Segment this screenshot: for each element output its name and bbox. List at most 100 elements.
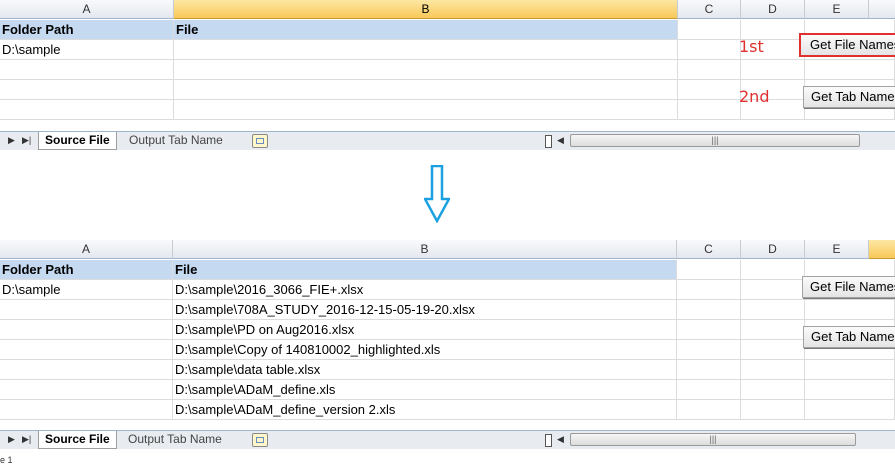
file-header[interactable]: File	[173, 260, 677, 280]
tab-output-tab-name[interactable]: Output Tab Name	[122, 431, 228, 449]
cell[interactable]	[174, 40, 678, 60]
cell[interactable]	[0, 360, 173, 380]
cell[interactable]	[677, 400, 741, 420]
get-tab-names-button[interactable]: Get Tab Names	[803, 326, 895, 348]
cell[interactable]	[741, 60, 805, 80]
cell[interactable]	[677, 260, 741, 280]
cell[interactable]	[0, 380, 173, 400]
tab-scroll-first-icon[interactable]: ▶	[8, 135, 15, 146]
horizontal-scrollbar[interactable]: |||	[570, 433, 856, 446]
scroll-left-icon[interactable]: ◀	[557, 135, 564, 146]
file-cell[interactable]: D:\sample\Copy of 140810002_highlighted.…	[173, 340, 677, 360]
column-header-e[interactable]: E	[805, 0, 869, 19]
cell[interactable]	[677, 320, 741, 340]
cell[interactable]	[805, 400, 895, 420]
insert-worksheet-icon[interactable]	[252, 433, 268, 447]
arrow-down-icon	[424, 165, 450, 223]
sheet-tab-bar: ▶ ▶| Source File Output Tab Name ◀ |||	[0, 430, 895, 449]
file-header[interactable]: File	[174, 20, 678, 40]
file-cell[interactable]: D:\sample\PD on Aug2016.xlsx	[173, 320, 677, 340]
cell[interactable]	[677, 340, 741, 360]
column-header-d[interactable]: D	[741, 0, 805, 19]
cell[interactable]	[677, 380, 741, 400]
folder-path-header[interactable]: Folder Path	[0, 20, 174, 40]
table-row: D:\sample\Copy of 140810002_highlighted.…	[0, 340, 895, 360]
cell[interactable]	[677, 280, 741, 300]
column-header-a[interactable]: A	[0, 240, 173, 259]
get-tab-names-button[interactable]: Get Tab Names	[803, 86, 895, 108]
table-row: D:\sample\PD on Aug2016.xlsx	[0, 320, 895, 340]
cell[interactable]	[677, 300, 741, 320]
table-row: D:\sample\ADaM_define.xls	[0, 380, 895, 400]
table-row: Folder Path File	[0, 260, 895, 280]
file-cell[interactable]: D:\sample\ADaM_define.xls	[173, 380, 677, 400]
folder-path-header[interactable]: Folder Path	[0, 260, 173, 280]
column-header-c[interactable]: C	[677, 240, 741, 259]
column-header-c[interactable]: C	[678, 0, 741, 19]
cell[interactable]	[741, 340, 805, 360]
tab-scroll-first-icon[interactable]: ▶	[8, 434, 15, 445]
table-row	[0, 60, 895, 80]
scrollbar-split-handle[interactable]	[545, 434, 552, 447]
cell[interactable]	[0, 60, 174, 80]
cell[interactable]	[678, 20, 741, 40]
column-headers: A B C D E	[0, 240, 895, 260]
cell[interactable]	[0, 400, 173, 420]
cell[interactable]	[678, 100, 741, 120]
cell[interactable]	[805, 380, 895, 400]
scrollbar-grip-icon: |||	[711, 135, 719, 145]
scroll-left-icon[interactable]: ◀	[557, 434, 564, 445]
bottom-spreadsheet: A B C D E Folder Path File D:\sample D:\…	[0, 240, 895, 450]
cell[interactable]	[805, 300, 895, 320]
insert-worksheet-icon[interactable]	[252, 134, 268, 148]
cell[interactable]	[174, 100, 678, 120]
column-header-d[interactable]: D	[741, 240, 805, 259]
horizontal-scrollbar[interactable]: |||	[570, 134, 860, 147]
cell[interactable]	[678, 80, 741, 100]
cell[interactable]	[0, 340, 173, 360]
cell[interactable]	[741, 280, 805, 300]
column-header-a[interactable]: A	[0, 0, 174, 19]
tab-source-file[interactable]: Source File	[38, 132, 117, 150]
column-headers: A B C D E	[0, 0, 895, 20]
cell[interactable]	[174, 80, 678, 100]
column-header-f[interactable]	[869, 240, 895, 259]
column-header-e[interactable]: E	[805, 240, 869, 259]
get-file-names-button[interactable]: Get File Names	[799, 33, 895, 57]
cell[interactable]	[741, 260, 805, 280]
folder-path-cell[interactable]: D:\sample	[0, 280, 173, 300]
column-header-b[interactable]: B	[174, 0, 678, 19]
folder-path-cell[interactable]: D:\sample	[0, 40, 174, 60]
cell[interactable]	[678, 60, 741, 80]
cell[interactable]	[678, 40, 741, 60]
cell[interactable]	[741, 400, 805, 420]
cell[interactable]	[677, 360, 741, 380]
cell[interactable]	[0, 320, 173, 340]
get-file-names-button[interactable]: Get File Names	[802, 276, 895, 298]
file-cell[interactable]: D:\sample\708A_STUDY_2016-12-15-05-19-20…	[173, 300, 677, 320]
cell[interactable]	[805, 360, 895, 380]
cell[interactable]	[741, 320, 805, 340]
column-header-b[interactable]: B	[173, 240, 677, 259]
column-header-f[interactable]	[869, 0, 895, 19]
tab-source-file[interactable]: Source File	[38, 431, 117, 449]
step-1-label: 1st	[739, 37, 764, 56]
cell[interactable]	[805, 60, 895, 80]
scrollbar-grip-icon: |||	[709, 434, 717, 444]
cell[interactable]	[741, 380, 805, 400]
cell[interactable]	[741, 360, 805, 380]
cell[interactable]	[174, 60, 678, 80]
file-cell[interactable]: D:\sample\data table.xlsx	[173, 360, 677, 380]
sheet-tab-bar: ▶ ▶| Source File Output Tab Name ◀ |||	[0, 131, 895, 150]
scrollbar-split-handle[interactable]	[545, 135, 552, 148]
file-cell[interactable]: D:\sample\2016_3066_FIE+.xlsx	[173, 280, 677, 300]
cell[interactable]	[0, 80, 174, 100]
cell[interactable]	[0, 300, 173, 320]
tab-output-tab-name[interactable]: Output Tab Name	[123, 132, 229, 150]
tab-scroll-last-icon[interactable]: ▶|	[22, 434, 31, 445]
cell[interactable]	[741, 300, 805, 320]
tab-scroll-last-icon[interactable]: ▶|	[22, 135, 31, 146]
file-cell[interactable]: D:\sample\ADaM_define_version 2.xls	[173, 400, 677, 420]
cell[interactable]	[0, 100, 174, 120]
table-row: D:\sample\data table.xlsx	[0, 360, 895, 380]
